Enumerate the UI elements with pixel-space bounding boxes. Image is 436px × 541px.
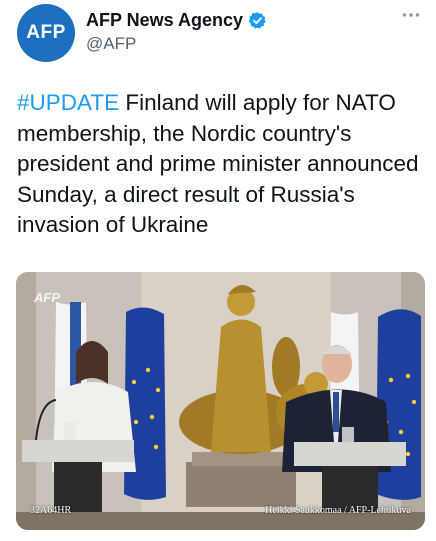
tweet-header: AFP AFP News Agency @AFP: [0, 0, 436, 80]
display-name[interactable]: AFP News Agency: [86, 10, 243, 31]
account-handle[interactable]: @AFP: [86, 34, 136, 54]
tweet-photo[interactable]: AFP 32A64HR Heikki Saukkomaa / AFP-Lehti…: [16, 272, 425, 530]
photo-id: 32A64HR: [30, 505, 72, 516]
tweet-text: #UPDATE Finland will apply for NATO memb…: [17, 88, 422, 241]
verified-badge-icon: [248, 12, 266, 29]
avatar[interactable]: AFP: [17, 4, 75, 62]
avatar-logo-text: AFP: [26, 22, 66, 43]
more-options-icon[interactable]: [402, 12, 420, 18]
hashtag-link[interactable]: #UPDATE: [17, 90, 119, 115]
press-conference-scene: [16, 272, 425, 530]
name-row: AFP News Agency: [86, 10, 267, 31]
photo-credit: Heikki Saukkomaa / AFP-Lehtikuva: [265, 505, 411, 516]
afp-watermark-logo: AFP: [34, 290, 60, 305]
